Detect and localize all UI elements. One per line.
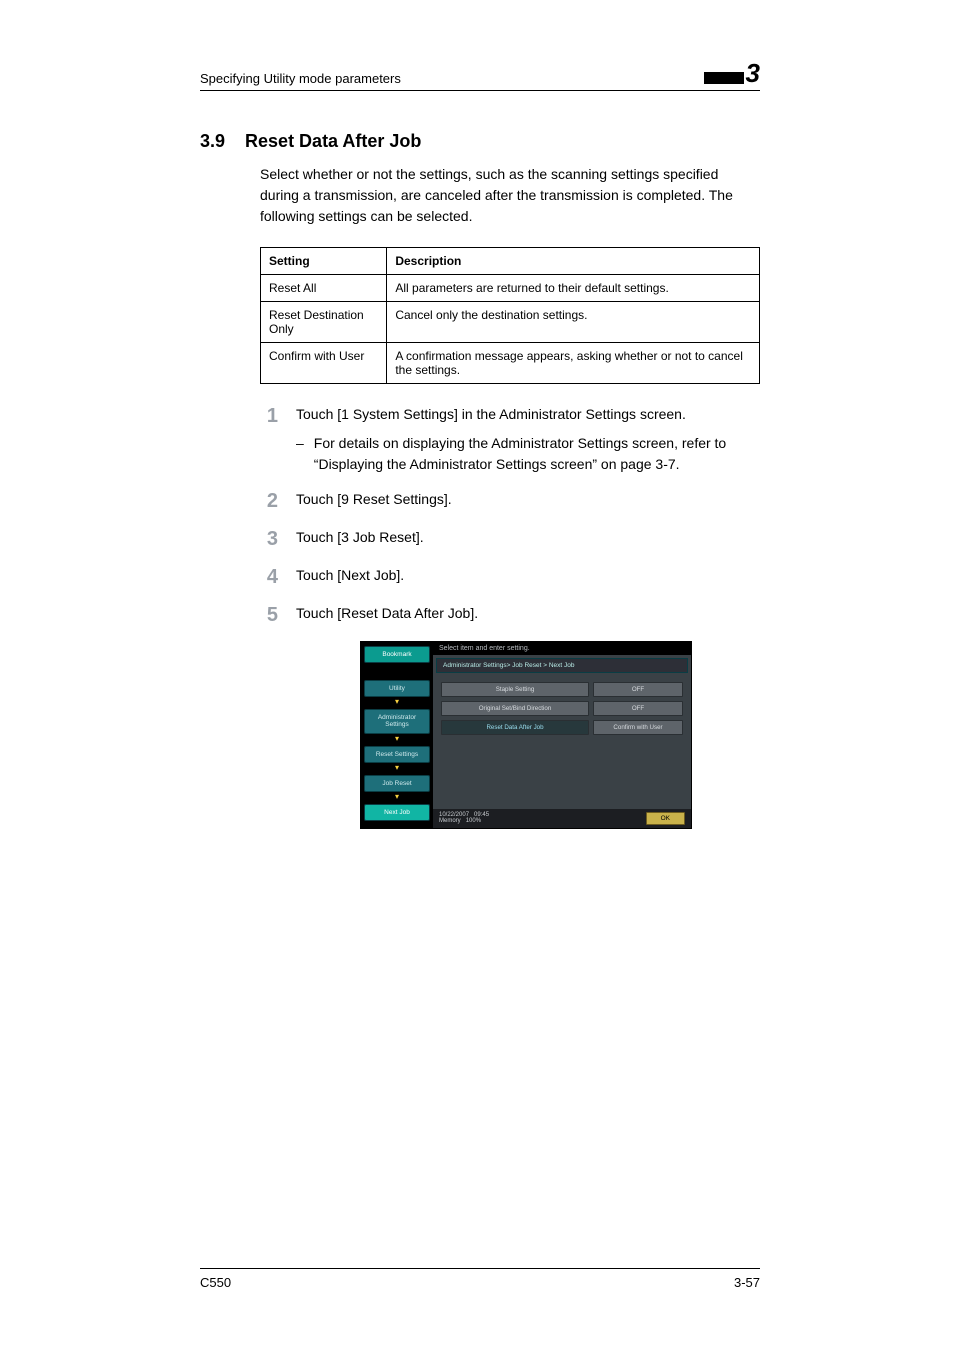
ts-next-job-button[interactable]: Next Job [364,804,430,821]
ts-ok-button[interactable]: OK [646,812,685,825]
th-setting: Setting [261,248,387,275]
td-setting: Reset Destina­tion Only [261,302,387,343]
steps-list: 1 Touch [1 System Settings] in the Admin… [260,404,760,829]
td-description: All parameters are returned to their def… [387,275,760,302]
ts-mem-value: 100% [466,818,481,824]
ts-instruction: Select item and enter setting. [433,642,691,655]
step-body: Touch [1 System Settings] in the Adminis… [296,406,686,422]
footer-page: 3-57 [734,1275,760,1290]
table-row: Reset All All parameters are returned to… [261,275,760,302]
ts-job-reset-button[interactable]: Job Reset [364,775,430,792]
step-number: 2 [260,489,278,513]
step-number: 4 [260,565,278,589]
step-text: Touch [9 Reset Settings]. [296,489,760,510]
td-setting: Reset All [261,275,387,302]
step-text: Touch [1 System Settings] in the Adminis… [296,404,760,475]
ts-mem-label: Memory [439,818,461,824]
dash-icon: – [296,433,304,475]
ts-row: Reset Data After Job Confirm with User [441,720,683,735]
chapter-stripe [704,72,744,84]
td-setting: Confirm with User [261,343,387,384]
table-row: Confirm with User A confirmation message… [261,343,760,384]
ts-breadcrumb: Administrator Settings> Job Reset > Next… [436,658,688,673]
th-description: Description [387,248,760,275]
td-description: A confirmation message appears, asking w… [387,343,760,384]
table-row: Reset Destina­tion Only Cancel only the … [261,302,760,343]
substep-text: For details on displaying the Administra… [314,433,760,475]
ts-staple-button[interactable]: Staple Setting [441,682,589,697]
section-number: 3.9 [200,131,225,152]
section-intro: Select whether or not the settings, such… [260,164,760,227]
touchscreen-main: Select item and enter setting. Administr… [433,642,691,828]
chevron-down-icon: ▾ [364,698,430,706]
section-title: Reset Data After Job [245,131,421,152]
ts-admin-button[interactable]: Administrator Settings [364,709,430,733]
ts-bind-direction-button[interactable]: Original Set/Bind Direction [441,701,589,716]
chevron-down-icon: ▾ [364,764,430,772]
table-header-row: Setting Description [261,248,760,275]
ts-reset-settings-button[interactable]: Reset Settings [364,746,430,763]
ts-row: Original Set/Bind Direction OFF [441,701,683,716]
step-number: 1 [260,404,278,428]
chevron-down-icon: ▾ [364,735,430,743]
ts-row: Staple Setting OFF [441,682,683,697]
page-footer: C550 3-57 [200,1268,760,1290]
chapter-number: 3 [746,60,760,86]
footer-model: C550 [200,1275,231,1290]
step: 2 Touch [9 Reset Settings]. [260,489,760,513]
chevron-down-icon: ▾ [364,793,430,801]
ts-body: Staple Setting OFF Original Set/Bind Dir… [433,676,691,809]
td-description: Cancel only the destination settings. [387,302,760,343]
ts-reset-data-value: Confirm with User [593,720,683,735]
ts-reset-data-button[interactable]: Reset Data After Job [441,720,589,735]
running-title: Specifying Utility mode parameters [200,71,401,86]
settings-table: Setting Description Reset All All parame… [260,247,760,384]
step: 3 Touch [3 Job Reset]. [260,527,760,551]
ts-footer-left: 10/22/2007 09:45 Memory 100% [439,812,489,824]
ts-staple-value: OFF [593,682,683,697]
ts-footer: 10/22/2007 09:45 Memory 100% OK [433,809,691,828]
step-number: 5 [260,603,278,627]
ts-bookmark-button[interactable]: Bookmark [364,646,430,663]
step: 5 Touch [Reset Data After Job]. [260,603,760,627]
chapter-badge: 3 [704,60,760,86]
ts-bind-direction-value: OFF [593,701,683,716]
touchscreen-figure: Bookmark Utility ▾ Administrator Setting… [360,641,692,829]
touchscreen-sidebar: Bookmark Utility ▾ Administrator Setting… [361,642,433,828]
step-text: Touch [3 Job Reset]. [296,527,760,548]
step-text: Touch [Next Job]. [296,565,760,586]
substep: – For details on displaying the Administ… [296,433,760,475]
section-heading: 3.9 Reset Data After Job [200,131,760,152]
ts-utility-button[interactable]: Utility [364,680,430,697]
step: 1 Touch [1 System Settings] in the Admin… [260,404,760,475]
step-text: Touch [Reset Data After Job]. [296,603,760,624]
step: 4 Touch [Next Job]. [260,565,760,589]
step-number: 3 [260,527,278,551]
running-header: Specifying Utility mode parameters 3 [200,60,760,91]
